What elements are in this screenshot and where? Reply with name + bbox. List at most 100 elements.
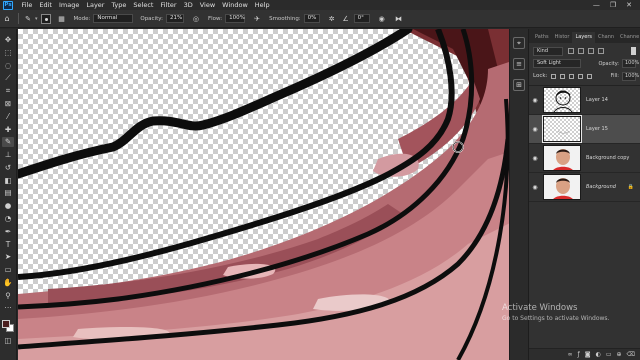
healing-brush-tool-icon[interactable]: ✚ <box>2 124 14 134</box>
close-icon[interactable]: ✕ <box>626 1 632 9</box>
lasso-tool-icon[interactable]: ◌ <box>2 61 14 71</box>
filter-shape-icon[interactable] <box>598 48 604 54</box>
filter-type-icon[interactable] <box>588 48 594 54</box>
angle-icon[interactable]: ∠ <box>341 14 351 24</box>
blur-tool-icon[interactable]: ● <box>2 201 14 211</box>
new-group-icon[interactable]: ▭ <box>606 351 612 358</box>
tab-history[interactable]: Histor <box>552 32 573 43</box>
adjustments-panel-icon[interactable]: ≡ <box>513 58 525 70</box>
hand-tool-icon[interactable]: ✋ <box>2 278 14 288</box>
quick-mask-icon[interactable]: ◫ <box>2 336 14 346</box>
gradient-tool-icon[interactable]: ▤ <box>2 188 14 198</box>
shape-tool-icon[interactable]: ▭ <box>2 265 14 275</box>
layer-row-layer-14[interactable]: ◉ Layer 14 <box>529 86 640 115</box>
eye-icon[interactable]: ◉ <box>529 97 541 104</box>
brush-tool-icon[interactable]: ✎ <box>2 137 14 147</box>
new-layer-icon[interactable]: ⊕ <box>616 351 621 358</box>
clone-stamp-tool-icon[interactable]: ⊥ <box>2 150 14 160</box>
properties-panel-icon[interactable]: ⊞ <box>513 79 525 91</box>
marquee-tool-icon[interactable]: ⬚ <box>2 48 14 58</box>
menu-layer[interactable]: Layer <box>83 1 108 9</box>
layer-name[interactable]: Background <box>586 184 616 190</box>
filter-kind-select[interactable]: Kind <box>533 46 563 56</box>
add-mask-icon[interactable]: ◙ <box>585 351 591 358</box>
tab-channels-2[interactable]: Channe <box>617 32 640 43</box>
type-tool-icon[interactable]: T <box>2 240 14 250</box>
dodge-tool-icon[interactable]: ◔ <box>2 214 14 224</box>
layer-row-background[interactable]: ◉ Background 🔒 <box>529 173 640 202</box>
layer-row-background-copy[interactable]: ◉ Background copy <box>529 144 640 173</box>
flow-field[interactable]: 100% <box>225 14 246 23</box>
tab-paths[interactable]: Paths <box>532 32 552 43</box>
history-brush-tool-icon[interactable]: ↺ <box>2 163 14 173</box>
home-icon[interactable]: ⌂ <box>0 14 14 23</box>
menu-type[interactable]: Type <box>108 1 130 9</box>
foreground-color[interactable] <box>1 320 10 329</box>
lock-all-icon[interactable] <box>587 73 593 79</box>
history-panel-icon[interactable]: ⌖ <box>513 37 525 49</box>
gear-icon[interactable]: ✲ <box>327 14 337 24</box>
pen-tool-icon[interactable]: ✒ <box>2 227 14 237</box>
eye-icon[interactable]: ◉ <box>529 155 541 162</box>
mode-select[interactable]: Normal <box>93 14 134 23</box>
menu-view[interactable]: View <box>196 1 218 9</box>
trash-icon[interactable]: ⌫ <box>627 351 635 358</box>
filter-toggle[interactable] <box>631 47 636 55</box>
pressure-opacity-icon[interactable]: ◎ <box>191 14 201 24</box>
symmetry-icon[interactable]: ⧓ <box>394 14 404 24</box>
color-swatches[interactable] <box>1 320 15 333</box>
move-tool-icon[interactable]: ✥ <box>2 35 14 45</box>
blend-mode-select[interactable]: Soft Light <box>533 59 581 68</box>
tab-channels[interactable]: Chann <box>595 32 617 43</box>
zoom-tool-icon[interactable]: ⚲ <box>2 291 14 301</box>
layer-name[interactable]: Background copy <box>586 155 629 161</box>
layer-name[interactable]: Layer 14 <box>586 97 608 103</box>
link-layers-icon[interactable]: ∞ <box>568 351 573 358</box>
brush-tool-icon[interactable]: ✎ <box>23 14 33 24</box>
lock-image-icon[interactable] <box>560 73 566 79</box>
path-select-tool-icon[interactable]: ➤ <box>2 252 14 262</box>
filter-pixel-icon[interactable] <box>568 48 574 54</box>
minimize-icon[interactable]: — <box>593 1 600 9</box>
brush-settings-icon[interactable]: ▦ <box>57 14 67 24</box>
crop-tool-icon[interactable]: ⌗ <box>2 86 14 96</box>
layer-name[interactable]: Layer 15 <box>586 126 608 132</box>
menu-filter[interactable]: Filter <box>157 1 180 9</box>
layer-opacity-field[interactable]: 100% <box>622 59 639 68</box>
eyedropper-tool-icon[interactable]: ⁄ <box>2 112 14 122</box>
lock-position-icon[interactable] <box>569 73 575 79</box>
lock-artboard-icon[interactable] <box>578 73 584 79</box>
fill-field[interactable]: 100% <box>622 71 639 81</box>
maximize-icon[interactable]: ❐ <box>610 1 616 9</box>
adjustment-layer-icon[interactable]: ◐ <box>596 351 601 358</box>
eye-icon[interactable]: ◉ <box>529 184 541 191</box>
more-tools-icon[interactable]: ⋯ <box>2 303 14 313</box>
tab-layers[interactable]: Layers <box>572 32 595 43</box>
menu-3d[interactable]: 3D <box>180 1 196 9</box>
child-photo-thumbnail-image <box>544 146 580 170</box>
filter-adjustment-icon[interactable] <box>578 48 584 54</box>
airbrush-icon[interactable]: ✈ <box>252 14 262 24</box>
smoothing-field[interactable]: 0% <box>303 14 320 23</box>
menu-image[interactable]: Image <box>55 1 82 9</box>
pressure-size-icon[interactable]: ◉ <box>377 14 387 24</box>
brush-preset-picker[interactable] <box>40 13 51 24</box>
layer-style-icon[interactable]: ƒ <box>578 351 580 358</box>
menu-edit[interactable]: Edit <box>36 1 56 9</box>
menu-select[interactable]: Select <box>130 1 157 9</box>
angle-field[interactable]: 0° <box>353 14 370 23</box>
menu-file[interactable]: File <box>18 1 36 9</box>
layers-panel-footer: ∞ ƒ ◙ ◐ ▭ ⊕ ⌫ <box>529 348 640 360</box>
frame-tool-icon[interactable]: ⊠ <box>2 99 14 109</box>
chevron-down-icon[interactable]: ▾ <box>35 16 38 22</box>
eye-icon[interactable]: ◉ <box>529 126 541 133</box>
lock-transparent-icon[interactable] <box>551 73 557 79</box>
lock-icon: 🔒 <box>627 184 634 190</box>
menu-window[interactable]: Window <box>219 1 252 9</box>
document-canvas[interactable] <box>18 29 518 360</box>
quick-select-tool-icon[interactable]: ⟋ <box>2 73 14 83</box>
opacity-field[interactable]: 21% <box>165 14 184 23</box>
eraser-tool-icon[interactable]: ◧ <box>2 176 14 186</box>
menu-help[interactable]: Help <box>251 1 273 9</box>
layer-row-layer-15[interactable]: ◉ Layer 15 <box>529 115 640 144</box>
